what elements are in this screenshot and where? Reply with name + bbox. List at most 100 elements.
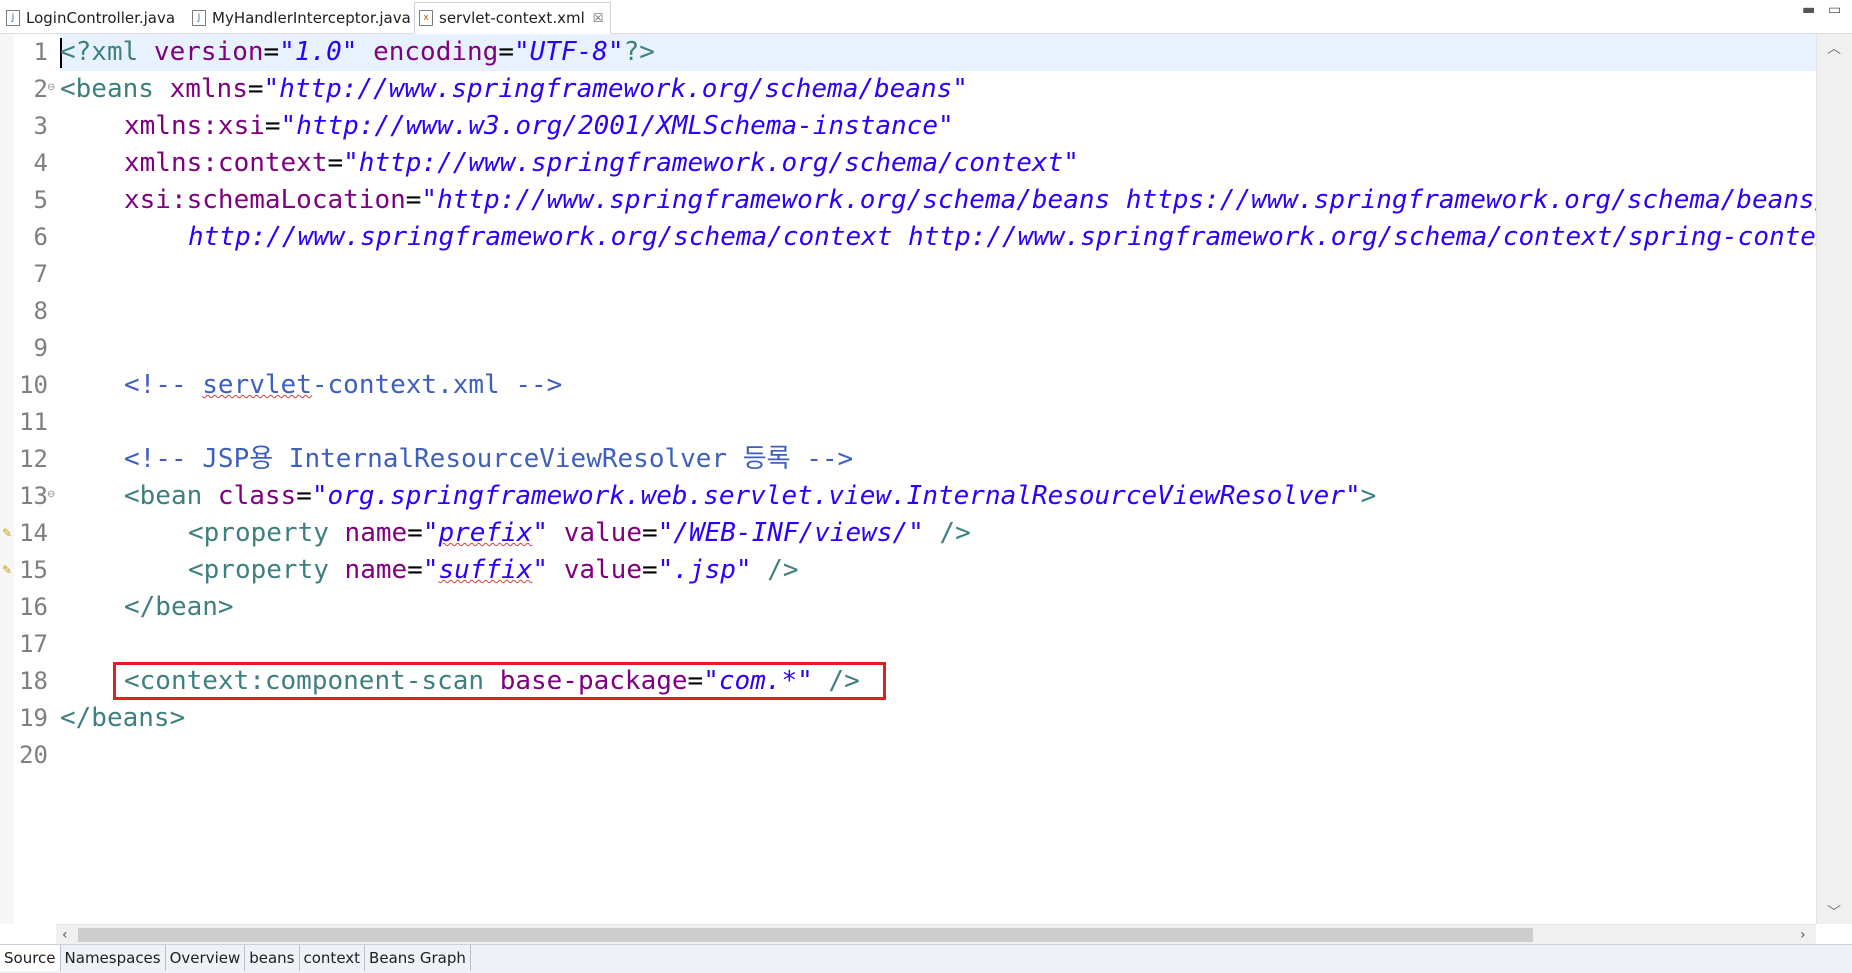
vertical-scrollbar[interactable]: ︿ ﹀ [1816,34,1852,924]
quote: " [422,518,439,548]
fold-collapse-icon[interactable]: ⊖ [47,489,55,500]
tag-close: </beans> [60,703,186,733]
pi-open: <?xml [60,37,154,67]
line-number: 4 [33,149,48,177]
attr-value: "http://www.w3.org/2001/XMLSchema-instan… [280,111,954,141]
attr-value: "http://www.springframework.org/schema/b… [263,74,968,104]
code-line-16: </bean> [124,589,234,626]
line-number: 18 [19,667,48,695]
attr-value: "org.springframework.web.servlet.view.In… [311,481,1361,511]
pi-close: ?> [623,37,655,67]
attr-name: xmlns:xsi [124,111,265,141]
line-number: 13 [19,482,48,510]
minimize-icon[interactable]: ▬ [1802,2,1815,18]
scroll-right-icon[interactable]: › [1800,925,1806,945]
warning-marker-icon[interactable]: ✎ [2,526,12,540]
attr-value-misspelled: prefix [438,518,533,548]
line-number: 7 [33,260,48,288]
close-tab-icon[interactable]: ☒ [593,11,604,25]
attr-value: "http://www.springframework.org/schema/b… [421,185,1816,215]
attr-name: xmlns:context [124,148,328,178]
code-line-12: <!-- JSP용 InternalResourceViewResolver 등… [124,441,853,478]
tag-close: </bean> [124,592,234,622]
line-number: 11 [19,408,48,436]
equals: = [264,111,281,141]
annotation-ruler [0,34,14,924]
tab-overview[interactable]: Overview [166,945,246,971]
tab-beans-graph[interactable]: Beans Graph [365,945,471,971]
line-number: 17 [19,630,48,658]
attr-name: version [153,37,264,67]
fold-collapse-icon[interactable]: ⊖ [47,82,55,93]
line-number: 12 [19,445,48,473]
editor-page-tabs: Source Namespaces Overview beans context… [0,944,1852,973]
attr-name: name [344,518,408,548]
xml-file-icon: x [419,10,433,26]
equals: = [642,518,658,548]
tab-namespaces[interactable]: Namespaces [61,945,166,971]
equals: = [498,37,514,67]
tag-close: /> [923,518,971,548]
equals: = [296,481,312,511]
tab-label: LoginController.java [26,8,176,27]
attr-value: "http://www.springframework.org/schema/c… [343,148,1079,178]
tag-open: <property [188,555,345,585]
code-line-6: http://www.springframework.org/schema/co… [188,219,1816,256]
maximize-icon[interactable]: ▭ [1828,2,1841,18]
attr-value: "/WEB-INF/views/" [657,518,924,548]
xml-source-editor[interactable]: 1 2 3 4 5 6 7 8 9 10 11 12 13 14 15 16 1… [0,34,1816,924]
java-file-icon: J [6,9,20,26]
tab-label: servlet-context.xml [439,9,585,27]
tab-source[interactable]: Source [0,945,61,971]
tab-context[interactable]: context [300,945,366,971]
attr-name: class [217,481,297,511]
tag-open: <beans [60,74,170,104]
tab-servlet-context-xml[interactable]: x servlet-context.xml ☒ [414,2,611,34]
equals: = [407,518,423,548]
code-line-3: xmlns:xsi="http://www.w3.org/2001/XMLSch… [124,108,954,145]
attr-name: xsi:schemaLocation [124,185,406,215]
attr-value: "UTF-8" [513,37,624,67]
horizontal-scroll-thumb[interactable] [78,928,1533,942]
equals: = [327,148,344,178]
quote: " [422,555,439,585]
tag-close: /> [751,555,799,585]
red-highlight-box [113,662,886,700]
attr-value: ".jsp" [657,555,752,585]
comment-misspelled-word: servlet [202,370,312,400]
line-number: 16 [19,593,48,621]
equals: = [642,555,658,585]
line-number: 5 [33,186,48,214]
tag-close: > [1360,481,1377,511]
java-file-icon: J [192,9,206,26]
code-line-13: <bean class="org.springframework.web.ser… [124,478,1376,515]
tab-login-controller[interactable]: J LoginController.java [6,3,175,32]
attr-name: encoding [373,37,499,67]
code-line-15: <property name="suffix" value=".jsp" /> [188,552,799,589]
attr-value: http://www.springframework.org/schema/co… [188,222,1816,252]
horizontal-scrollbar[interactable]: ‹ › [56,924,1816,945]
scroll-left-icon[interactable]: ‹ [62,925,68,945]
attr-value-misspelled: suffix [438,555,533,585]
line-number-gutter: 1 2 3 4 5 6 7 8 9 10 11 12 13 14 15 16 1… [0,34,56,924]
quote: " [532,518,549,548]
code-line-10: <!-- servlet-context.xml --> [124,367,562,404]
code-line-4: xmlns:context="http://www.springframewor… [124,145,1079,182]
line-number: 20 [19,741,48,769]
code-line-1: <?xml version="1.0" encoding="UTF-8"?> [60,34,655,71]
scroll-up-icon[interactable]: ︿ [1827,38,1841,58]
equals: = [405,185,422,215]
line-number: 10 [19,371,48,399]
attr-name: xmlns [169,74,248,104]
tab-beans[interactable]: beans [245,945,300,971]
quote: " [532,555,549,585]
tab-my-handler-interceptor[interactable]: J MyHandlerInterceptor.java [192,3,411,32]
warning-marker-icon[interactable]: ✎ [2,563,12,577]
code-text[interactable]: <?xml version="1.0" encoding="UTF-8"?> <… [60,34,1816,924]
scroll-down-icon[interactable]: ﹀ [1827,902,1841,922]
line-number: 15 [19,556,48,584]
equals: = [247,74,264,104]
attr-name: value [563,555,642,585]
